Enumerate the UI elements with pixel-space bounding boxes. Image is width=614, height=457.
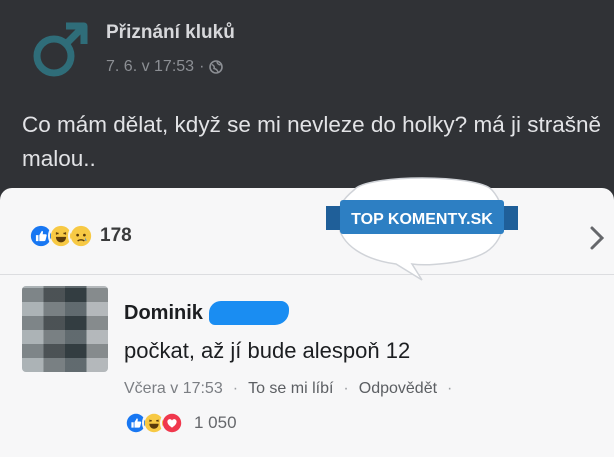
reaction-count: 178: [100, 225, 132, 246]
love-icon: [160, 411, 184, 435]
watermark-text: TOP KOMENTY.SK: [351, 211, 493, 228]
post-meta: 7. 6. v 17:53 ·: [106, 58, 224, 76]
comment-actions: Včera v 17:53 · To se mi líbí · Odpovědě…: [124, 380, 452, 398]
watermark-badge: TOP KOMENTY.SK: [326, 177, 518, 281]
post-backdrop: Přiznání kluků 7. 6. v 17:53 · Co mám dě…: [0, 0, 614, 200]
globe-icon: [209, 60, 224, 74]
comment-reaction-count: 1 050: [194, 413, 237, 432]
comment-reactions-summary[interactable]: 1 050: [124, 410, 237, 436]
post-text: Co mám dělat, když se mi nevleze do holk…: [22, 112, 601, 171]
separator: ·: [447, 380, 453, 397]
comment-author[interactable]: Dominik: [124, 301, 289, 325]
meta-separator: ·: [199, 58, 205, 75]
redaction-mark: [208, 301, 289, 325]
post-timestamp[interactable]: 7. 6. v 17:53: [106, 58, 194, 76]
page-name[interactable]: Přiznání kluků: [106, 22, 235, 44]
separator: ·: [232, 380, 239, 397]
sad-icon: [68, 223, 94, 249]
separator: ·: [343, 380, 349, 397]
chevron-right-icon[interactable]: [588, 224, 606, 252]
comment-time[interactable]: Včera v 17:53: [124, 380, 223, 398]
author-name[interactable]: Dominik: [124, 302, 203, 325]
avatar[interactable]: [22, 286, 108, 372]
reply-button[interactable]: Odpovědět: [359, 380, 437, 398]
comment-text: počkat, až jí bude alespoň 12: [124, 338, 411, 363]
post-reactions-summary[interactable]: 178: [28, 222, 132, 250]
male-symbol-icon: [33, 22, 88, 77]
comments-sheet: 178 Dominik počkat, až jí bude alespoň 1…: [0, 188, 614, 457]
like-button[interactable]: To se mi líbí: [248, 380, 333, 398]
divider: [0, 274, 614, 275]
